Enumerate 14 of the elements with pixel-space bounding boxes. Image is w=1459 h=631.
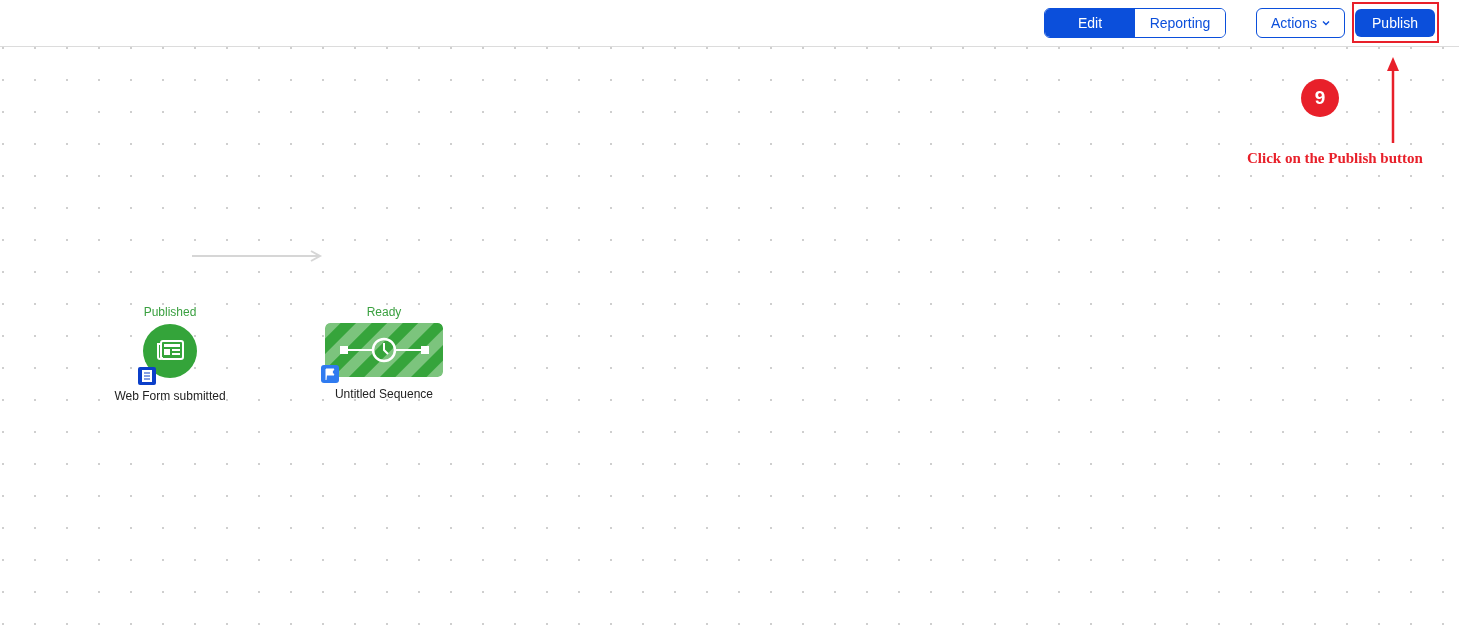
web-form-trigger-node[interactable] [142, 323, 198, 379]
node-label: Untitled Sequence [334, 387, 434, 401]
instruction-text: Click on the Publish button [1247, 150, 1423, 167]
chevron-down-icon [1321, 20, 1330, 26]
document-icon [138, 367, 156, 385]
step-badge: 9 [1301, 79, 1339, 117]
sequence-node[interactable] [325, 323, 443, 377]
publish-button[interactable]: Publish [1355, 9, 1435, 37]
node-label: Web Form submitted [114, 389, 226, 403]
node-status: Ready [366, 305, 402, 321]
node-status: Published [143, 305, 197, 321]
view-tab[interactable]: Edit [1045, 9, 1135, 37]
flag-icon [321, 365, 339, 383]
actions-button[interactable]: Actions [1256, 8, 1345, 38]
